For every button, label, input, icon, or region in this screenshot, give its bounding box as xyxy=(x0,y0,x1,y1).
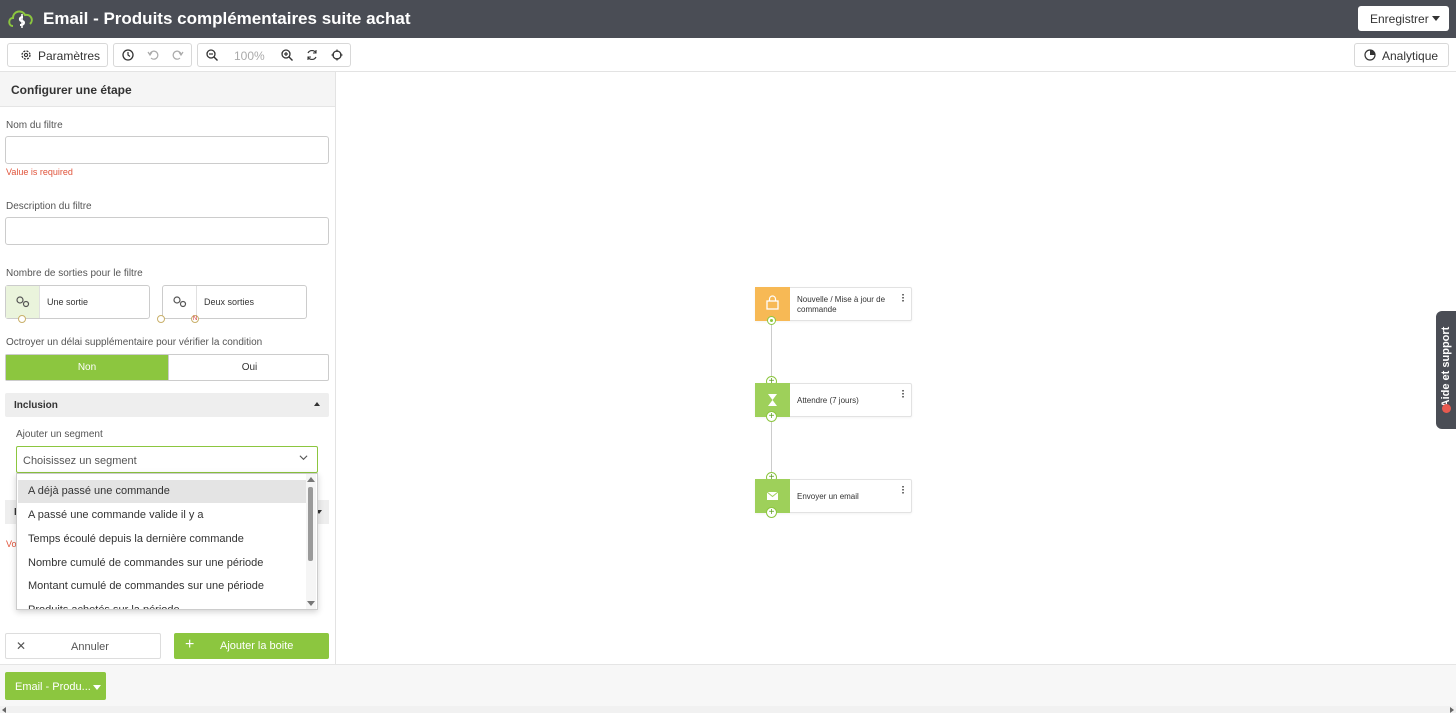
extra-delay-toggle: Non Oui xyxy=(5,354,329,381)
panel-footer: ✕ Annuler + Ajouter la boite xyxy=(0,627,335,664)
output-port-no-badge: N xyxy=(191,315,199,323)
cancel-button[interactable]: ✕ Annuler xyxy=(5,633,161,659)
undo-icon[interactable] xyxy=(146,48,160,62)
app-header: Email - Produits complémentaires suite a… xyxy=(0,0,1456,38)
output-port-dot xyxy=(157,315,165,323)
toolbar: Paramètres 100% Analytique xyxy=(0,38,1456,72)
scroll-left-icon[interactable] xyxy=(2,707,6,713)
segment-option[interactable]: Produits achetés sur la période xyxy=(18,599,306,609)
add-box-button[interactable]: + Ajouter la boite xyxy=(174,633,329,659)
add-step-plus-icon[interactable]: + xyxy=(766,411,777,422)
zoom-level: 100% xyxy=(234,49,265,63)
add-step-plus-icon[interactable]: + xyxy=(766,507,777,518)
zoom-in-icon[interactable] xyxy=(280,48,294,62)
close-icon: ✕ xyxy=(16,639,27,653)
segment-option[interactable]: Temps écoulé depuis la dernière commande xyxy=(18,528,306,551)
send-email-node[interactable]: Envoyer un email · · · xyxy=(755,479,912,513)
add-segment-label: Ajouter un segment xyxy=(16,429,103,440)
panel-title: Configurer une étape xyxy=(0,72,335,107)
refresh-icon[interactable] xyxy=(305,48,319,62)
zoom-group: 100% xyxy=(197,43,351,67)
save-button[interactable]: Enregistrer xyxy=(1358,6,1449,31)
one-output-option[interactable]: Une sortie xyxy=(5,285,150,319)
zoom-out-icon[interactable] xyxy=(205,48,219,62)
scroll-right-icon[interactable] xyxy=(1450,707,1454,713)
filter-gears-icon xyxy=(163,286,197,318)
settings-label: Paramètres xyxy=(38,49,101,63)
trigger-node[interactable]: Nouvelle / Mise à jour de commande · · · xyxy=(755,287,912,321)
save-button-label: Enregistrer xyxy=(1370,12,1429,26)
outputs-label: Nombre de sorties pour le filtre xyxy=(6,268,143,279)
inclusion-label: Inclusion xyxy=(14,400,58,411)
redo-icon[interactable] xyxy=(171,48,185,62)
segment-select-placeholder: Choisissez un segment xyxy=(23,455,137,467)
clock-icon[interactable] xyxy=(121,48,135,62)
extra-delay-label: Octroyer un délai supplémentaire pour vé… xyxy=(6,337,263,348)
filter-name-label: Nom du filtre xyxy=(6,120,63,131)
one-output-label: Une sortie xyxy=(47,297,89,307)
node-label: Envoyer un email xyxy=(797,492,859,501)
help-support-label: Aide et support xyxy=(1440,326,1452,408)
two-outputs-option[interactable]: Deux sorties xyxy=(162,285,307,319)
output-port-dot xyxy=(18,315,26,323)
gear-icon xyxy=(21,50,31,60)
plus-icon: + xyxy=(185,636,195,653)
filter-name-error: Value is required xyxy=(6,167,73,177)
two-outputs-label: Deux sorties xyxy=(204,297,255,307)
section2-error: Vo xyxy=(6,539,17,549)
filter-description-input[interactable] xyxy=(5,217,329,245)
segment-option[interactable]: A déjà passé une commande xyxy=(18,480,306,503)
add-box-label: Ajouter la boite xyxy=(220,640,294,652)
segment-option[interactable]: Montant cumulé de commandes sur une péri… xyxy=(18,575,306,598)
node-label-line: commande xyxy=(797,305,837,314)
chevron-down-icon xyxy=(299,455,308,461)
segment-select[interactable]: Choisissez un segment xyxy=(16,446,318,473)
segment-option[interactable]: Nombre cumulé de commandes sur une pério… xyxy=(18,552,306,575)
node-label-line: Nouvelle / Mise à jour de xyxy=(797,295,886,304)
analytics-label: Analytique xyxy=(1382,49,1439,63)
filter-gears-icon xyxy=(6,286,40,318)
dropdown-scrollbar[interactable] xyxy=(306,474,316,609)
pie-chart-icon xyxy=(1364,49,1376,61)
scrollbar-thumb[interactable] xyxy=(308,487,313,561)
node-output-port[interactable] xyxy=(767,316,776,325)
node-label: Attendre (7 jours) xyxy=(797,396,859,405)
delay-no-option[interactable]: Non xyxy=(6,355,168,380)
bottom-bar: Email - Produ... xyxy=(0,664,1456,713)
caret-down-icon xyxy=(93,685,101,690)
horizontal-scrollbar[interactable] xyxy=(0,706,1456,713)
caret-down-icon xyxy=(1432,16,1440,21)
delay-yes-option[interactable]: Oui xyxy=(168,355,330,380)
workflow-tab-label: Email - Produ... xyxy=(15,681,91,693)
settings-button[interactable]: Paramètres xyxy=(7,43,108,67)
more-vertical-icon[interactable]: · · · xyxy=(902,483,905,499)
scroll-down-icon[interactable] xyxy=(307,601,315,606)
workflow-tab[interactable]: Email - Produ... xyxy=(5,672,106,700)
segment-option[interactable]: A passé une commande valide il y a xyxy=(18,504,306,527)
filter-name-input[interactable] xyxy=(5,136,329,164)
cancel-label: Annuler xyxy=(71,641,109,653)
wait-node[interactable]: Attendre (7 jours) · · · xyxy=(755,383,912,417)
connector-line xyxy=(771,321,772,382)
node-label: Nouvelle / Mise à jour de commande xyxy=(797,295,885,315)
inclusion-section-header[interactable]: Inclusion xyxy=(5,393,329,417)
cloud-s-logo-icon xyxy=(8,10,33,28)
lifebuoy-icon xyxy=(1442,404,1451,413)
scroll-up-icon[interactable] xyxy=(307,477,315,482)
analytics-button[interactable]: Analytique xyxy=(1354,43,1449,67)
help-support-tab[interactable]: Aide et support xyxy=(1436,311,1456,429)
caret-up-icon xyxy=(314,402,320,406)
segment-dropdown-list: A déjà passé une commande A passé une co… xyxy=(16,473,318,610)
more-vertical-icon[interactable]: · · · xyxy=(902,387,905,403)
connector-line xyxy=(771,417,772,478)
filter-description-label: Description du filtre xyxy=(6,201,92,212)
page-title: Email - Produits complémentaires suite a… xyxy=(43,9,411,28)
history-group xyxy=(113,43,192,67)
crosshair-icon[interactable] xyxy=(330,48,344,62)
more-vertical-icon[interactable]: · · · xyxy=(902,291,905,307)
configure-step-panel: Configurer une étape Nom du filtre Value… xyxy=(0,72,336,664)
